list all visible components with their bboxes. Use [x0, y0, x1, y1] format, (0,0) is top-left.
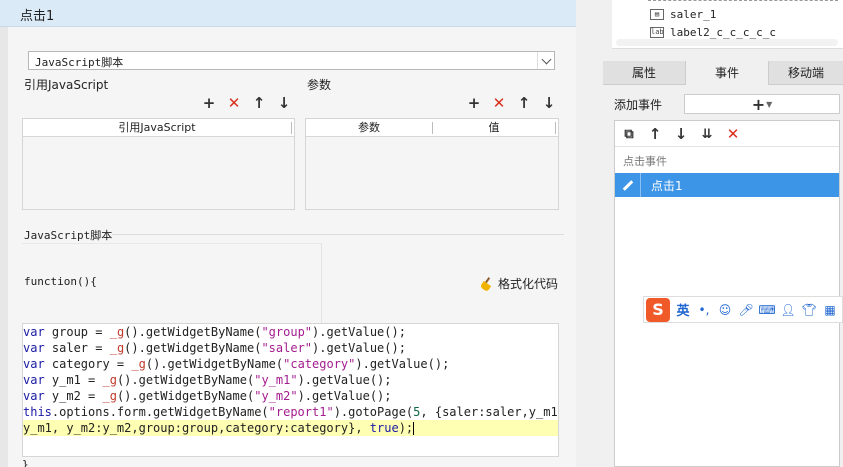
delete-param-icon[interactable]: ✕ — [491, 94, 507, 112]
move-down-param-icon[interactable]: ↓ — [541, 94, 557, 112]
format-code-label: 格式化代码 — [498, 277, 559, 291]
keyboard-icon[interactable]: ⌨ — [758, 302, 775, 318]
ime-toolbar[interactable]: S 英 •, ☺ 🎤︎ ⌨ 👤︎ 👕︎ ▦ — [643, 296, 843, 323]
emoji-icon[interactable]: ☺ — [717, 302, 733, 318]
copy-icon[interactable]: ⧉ — [621, 126, 637, 142]
code-editor[interactable]: var group = _g().getWidgetByName("group"… — [22, 323, 559, 457]
ref-javascript-label: 引用JavaScript — [24, 78, 109, 92]
params-grid[interactable]: 参数 值 — [305, 118, 559, 210]
code-line: var y_m2 = _g().getWidgetByName("y_m2").… — [23, 389, 392, 403]
code-line: var category = _g().getWidgetByName("cat… — [23, 357, 450, 371]
event-group-label: 点击事件 — [623, 155, 667, 168]
move-down-event-icon[interactable]: ↓ — [673, 125, 689, 143]
add-ref-icon[interactable]: + — [201, 94, 217, 112]
code-line: var group = _g().getWidgetByName("group"… — [23, 325, 406, 339]
tree-dash — [648, 0, 838, 1]
add-param-icon[interactable]: + — [466, 94, 482, 112]
ime-mode[interactable]: 英 — [675, 302, 691, 319]
panel-tabs: 属性 事件 移动端 — [603, 61, 843, 85]
event-list[interactable]: ⧉ ↑ ↓ ⇊ ✕ 点击事件 点击1 — [614, 120, 840, 467]
code-line: var y_m1 = _g().getWidgetByName("y_m1").… — [23, 373, 392, 387]
add-event-label: 添加事件 — [614, 98, 663, 112]
event-item-selected[interactable]: 点击1 — [615, 173, 839, 197]
move-up-param-icon[interactable]: ↑ — [516, 94, 532, 112]
tree-item-label: saler_1 — [670, 8, 717, 21]
tab-mobile[interactable]: 移动端 — [769, 61, 843, 85]
section-divider — [112, 234, 564, 235]
toolbox-icon[interactable]: ▦ — [822, 302, 838, 318]
edit-icon[interactable] — [615, 173, 641, 197]
dialog-title: 点击1 — [20, 9, 55, 24]
chevron-down-icon[interactable] — [537, 52, 554, 69]
script-type-select[interactable]: JavaScript脚本 — [28, 51, 555, 70]
chevron-down-icon: ▼ — [766, 99, 773, 109]
params-grid-col-value: 值 — [488, 121, 500, 134]
function-header: function(){ — [24, 275, 97, 288]
params-label: 参数 — [307, 78, 332, 92]
tree-item[interactable]: ▤ saler_1 — [650, 8, 716, 21]
delete-ref-icon[interactable]: ✕ — [226, 94, 242, 112]
tree-item[interactable]: lab label2_c_c_c_c_c — [650, 26, 776, 39]
label-icon: lab — [650, 27, 664, 38]
params-grid-col-name: 参数 — [358, 121, 380, 134]
code-line: this.options.form.getWidgetByName("repor… — [23, 405, 559, 419]
code-line: var saler = _g().getWidgetByName("saler"… — [23, 341, 406, 355]
format-code-button[interactable]: 格式化代码 — [480, 275, 558, 292]
ref-javascript-grid[interactable]: 引用JavaScript — [22, 118, 295, 210]
script-type-value: JavaScript脚本 — [35, 56, 124, 69]
closing-brace: } — [22, 458, 29, 467]
combobox-icon: ▤ — [650, 9, 664, 20]
plus-icon: + — [751, 94, 766, 114]
tree-scrollbar[interactable] — [616, 39, 838, 46]
script-section-label: JavaScript脚本 — [24, 229, 113, 242]
col-separator — [291, 122, 292, 134]
code-line-current: y_m1, y_m2:y_m2,group:group,category:cat… — [23, 420, 558, 436]
microphone-icon[interactable]: 🎤︎ — [738, 302, 754, 318]
ref-grid-col: 引用JavaScript — [118, 121, 196, 134]
move-bottom-icon[interactable]: ⇊ — [699, 126, 715, 142]
javascript-dialog: 点击1 JavaScript脚本 引用JavaScript 参数 + ✕ ↑ ↓… — [0, 0, 576, 467]
punctuation-icon[interactable]: •, — [696, 302, 712, 318]
user-icon[interactable]: 👤︎ — [780, 302, 796, 318]
left-strip — [0, 27, 8, 467]
event-toolbar: ⧉ ↑ ↓ ⇊ ✕ — [615, 121, 839, 147]
event-item-label: 点击1 — [651, 179, 683, 193]
params-grid-header: 参数 值 — [306, 119, 558, 137]
tab-events[interactable]: 事件 — [685, 61, 769, 85]
move-down-ref-icon[interactable]: ↓ — [276, 94, 292, 112]
add-event-button[interactable]: + ▼ — [684, 94, 840, 114]
skin-icon[interactable]: 👕︎ — [801, 302, 817, 318]
tab-properties[interactable]: 属性 — [603, 61, 685, 85]
col-separator — [555, 122, 556, 134]
dialog-title-bar: 点击1 — [0, 0, 576, 27]
move-up-event-icon[interactable]: ↑ — [647, 125, 663, 143]
delete-event-icon[interactable]: ✕ — [725, 125, 741, 143]
tree-item-label: label2_c_c_c_c_c — [670, 26, 776, 39]
ref-grid-header: 引用JavaScript — [23, 119, 294, 137]
move-up-ref-icon[interactable]: ↑ — [251, 94, 267, 112]
sogou-logo-icon[interactable]: S — [646, 297, 670, 322]
broom-icon — [480, 277, 494, 291]
